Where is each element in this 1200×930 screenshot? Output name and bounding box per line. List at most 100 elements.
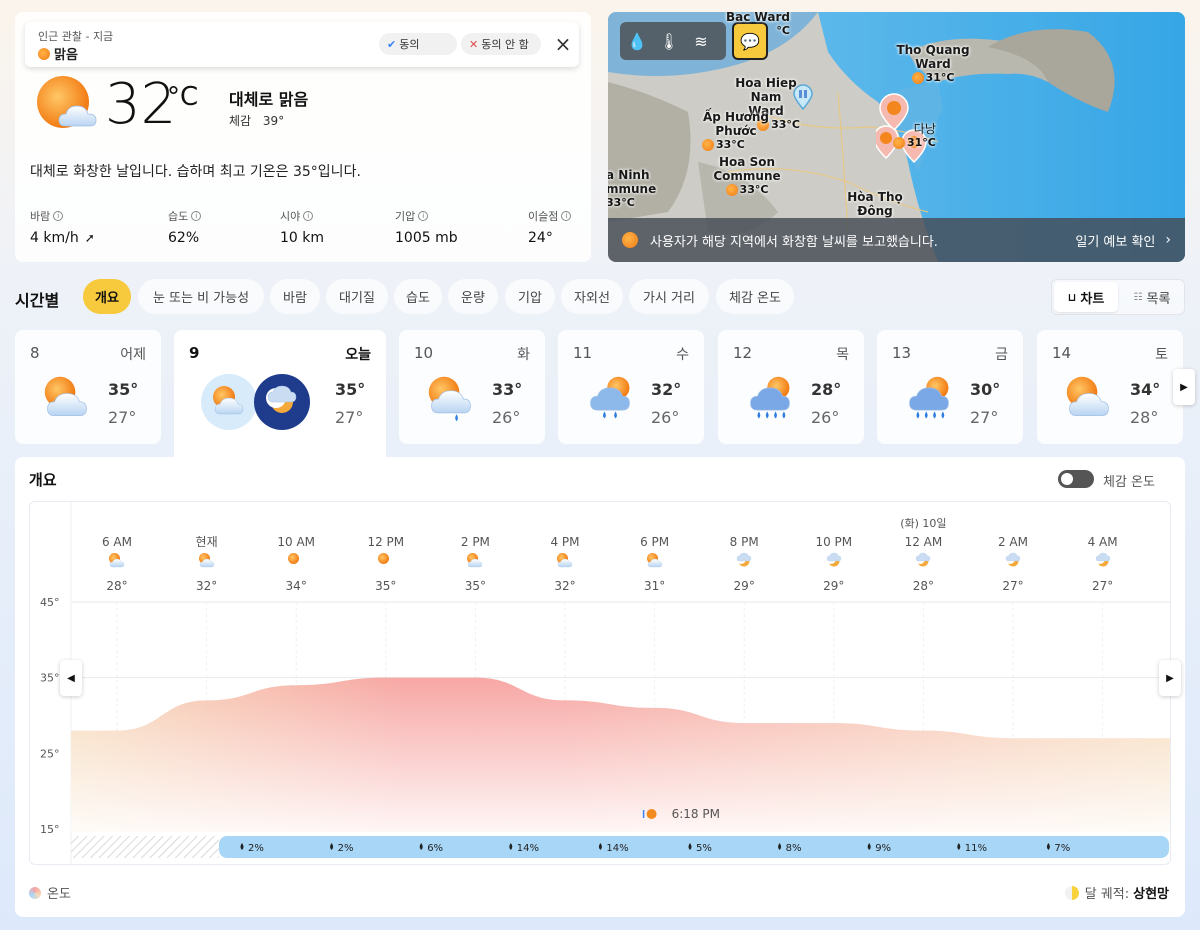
chart-scroll-right-button[interactable]: ▶ <box>1159 660 1181 696</box>
tab-visibility[interactable]: 가시 거리 <box>629 279 709 314</box>
sun-icon <box>702 139 714 151</box>
hour-label: 8 PM <box>730 535 759 549</box>
observation-bar: 인근 관찰 - 지금 맑음 ✔ 동의 ✕ 동의 안 함 × <box>25 22 579 67</box>
day-card-14[interactable]: 14 토 34° 28° <box>1037 330 1183 444</box>
tab-uv[interactable]: 자외선 <box>561 279 623 314</box>
map-report-footer[interactable]: 사용자가 해당 지역에서 화창함 날씨를 보고했습니다. 일기 예보 확인 › <box>608 218 1185 262</box>
list-view-button[interactable]: ☷ 목록 <box>1120 282 1184 312</box>
hour-label: 2 AM <box>998 535 1028 549</box>
precip-chance: 9% <box>875 843 891 854</box>
legend-label: 온도 <box>47 887 71 902</box>
precip-chance: 6% <box>427 843 443 854</box>
sun-rain-icon <box>426 374 476 424</box>
chart-icon: ⊔ <box>1067 290 1077 304</box>
hour-temp: 27° <box>1002 579 1023 593</box>
tab-overview[interactable]: 개요 <box>83 279 131 314</box>
day-high: 33° <box>492 380 523 399</box>
metric-pressure[interactable]: 기압 i 1005 mb <box>395 208 458 246</box>
map-place[interactable]: Ấp Hương Phước 33°C <box>702 110 770 152</box>
metric-visibility[interactable]: 시야 i 10 km <box>280 208 324 246</box>
map-place-temp: 31°C <box>907 136 936 149</box>
hour-temp: 32° <box>196 579 217 593</box>
chart-view-button[interactable]: ⊔ 차트 <box>1054 282 1118 312</box>
close-icon[interactable]: × <box>551 32 575 56</box>
hour-temp: 28° <box>106 579 127 593</box>
day-card-9[interactable]: 9 오늘 35° 27° <box>174 330 386 460</box>
map-pin-icon[interactable] <box>792 84 814 111</box>
partly-cloudy-night-icon <box>1005 552 1021 567</box>
overview-title: 개요 <box>29 471 57 489</box>
precip-chance: 2% <box>248 843 264 854</box>
precipitation-icon[interactable]: 💧 <box>626 32 648 51</box>
forecast-link[interactable]: 일기 예보 확인 <box>1075 231 1155 250</box>
agree-button[interactable]: ✔ 동의 <box>379 33 457 55</box>
weather-map[interactable]: 💧 🌡 ≋ 💬 Bac Ward °C Tho Quang Ward 31°C … <box>608 12 1185 262</box>
map-place[interactable]: Bac Ward °C <box>726 12 790 38</box>
hour-temp: 28° <box>913 579 934 593</box>
disagree-button[interactable]: ✕ 동의 안 함 <box>461 33 541 55</box>
day-high: 32° <box>651 380 682 399</box>
hour-label: 10 AM <box>277 535 315 549</box>
metric-dew-point[interactable]: 이슬점 i 24° <box>528 208 572 246</box>
map-place-name: Hòa Thọ Đông <box>847 190 903 218</box>
map-place[interactable]: Hoa Son Commune 33°C <box>712 155 782 197</box>
tab-pressure[interactable]: 기압 <box>505 279 555 314</box>
info-icon: i <box>561 211 572 221</box>
tab-humidity[interactable]: 습도 <box>394 279 442 314</box>
day-card-10[interactable]: 10 화 33° 26° <box>399 330 545 444</box>
map-place-temp: °C <box>776 24 790 37</box>
map-layer-tools: 💧 🌡 ≋ <box>620 22 726 60</box>
tab-cloud-cover[interactable]: 운량 <box>448 279 498 314</box>
metric-value: 4 km/h <box>30 230 79 246</box>
wind-icon[interactable]: ≋ <box>690 32 712 51</box>
map-place-temp: 33°C <box>608 196 635 209</box>
sunset-time: 6:18 PM <box>672 807 720 821</box>
precipitation-bar <box>219 836 1169 858</box>
day-name: 어제 <box>120 347 146 363</box>
metric-humidity[interactable]: 습도 i 62% <box>168 208 202 246</box>
hour-temp: 34° <box>286 579 307 593</box>
tab-feels-like[interactable]: 체감 온도 <box>716 279 794 314</box>
sun-icon <box>911 72 924 84</box>
day-card-13[interactable]: 13 금 30° 27° <box>877 330 1023 444</box>
day-low: 28° <box>1130 408 1159 427</box>
wind-direction-icon: ➚ <box>84 231 95 245</box>
tab-air-quality[interactable]: 대기질 <box>326 279 388 314</box>
map-place[interactable]: Hòa Thọ Đông <box>846 190 904 218</box>
hour-label: 12 AM <box>905 535 943 549</box>
metric-label: 습도 <box>168 210 189 223</box>
metric-value: 62% <box>168 230 200 246</box>
partly-cloudy-night-icon <box>915 552 931 567</box>
partly-cloudy-night-icon <box>825 552 841 567</box>
day-high: 34° <box>1130 380 1161 399</box>
day-name: 오늘 <box>345 347 371 363</box>
day-card-8[interactable]: 8 어제 35° 27° <box>15 330 161 444</box>
hour-temp: 27° <box>1092 579 1113 593</box>
sunset-icon <box>646 809 657 819</box>
day-card-11[interactable]: 11 수 32° 26° <box>558 330 704 444</box>
day-high: 35° <box>108 380 139 399</box>
day-low: 26° <box>811 408 840 427</box>
map-place-name: Ấp Hương Phước <box>702 110 770 138</box>
tab-precipitation[interactable]: 눈 또는 비 가능성 <box>138 279 264 314</box>
info-icon: i <box>191 211 202 221</box>
chart-scroll-left-button[interactable]: ◀ <box>60 660 82 696</box>
hour-label: 4 AM <box>1088 535 1118 549</box>
day-low: 26° <box>492 408 521 427</box>
partly-cloudy-night-icon <box>736 552 752 567</box>
map-place[interactable]: 다낭 31°C <box>893 122 936 150</box>
day-high: 35° <box>335 380 366 399</box>
metric-wind[interactable]: 바람 i 4 km/h ➚ <box>30 208 95 246</box>
day-card-12[interactable]: 12 목 28° 26° <box>718 330 864 444</box>
heavy-rain-icon <box>745 374 795 424</box>
feels-like-toggle[interactable] <box>1058 470 1094 488</box>
chevron-left-icon: ◀ <box>67 672 75 684</box>
thermometer-icon[interactable]: 🌡 <box>658 32 680 51</box>
scroll-right-button[interactable]: ▶ <box>1173 369 1195 405</box>
precip-chance: 8% <box>786 843 802 854</box>
day-name: 수 <box>676 347 689 363</box>
temperature-unit[interactable]: °C <box>167 82 198 112</box>
map-place[interactable]: a Ninh mmune 33°C <box>608 168 656 210</box>
map-place[interactable]: Tho Quang Ward 31°C <box>896 43 970 85</box>
tab-wind[interactable]: 바람 <box>270 279 320 314</box>
